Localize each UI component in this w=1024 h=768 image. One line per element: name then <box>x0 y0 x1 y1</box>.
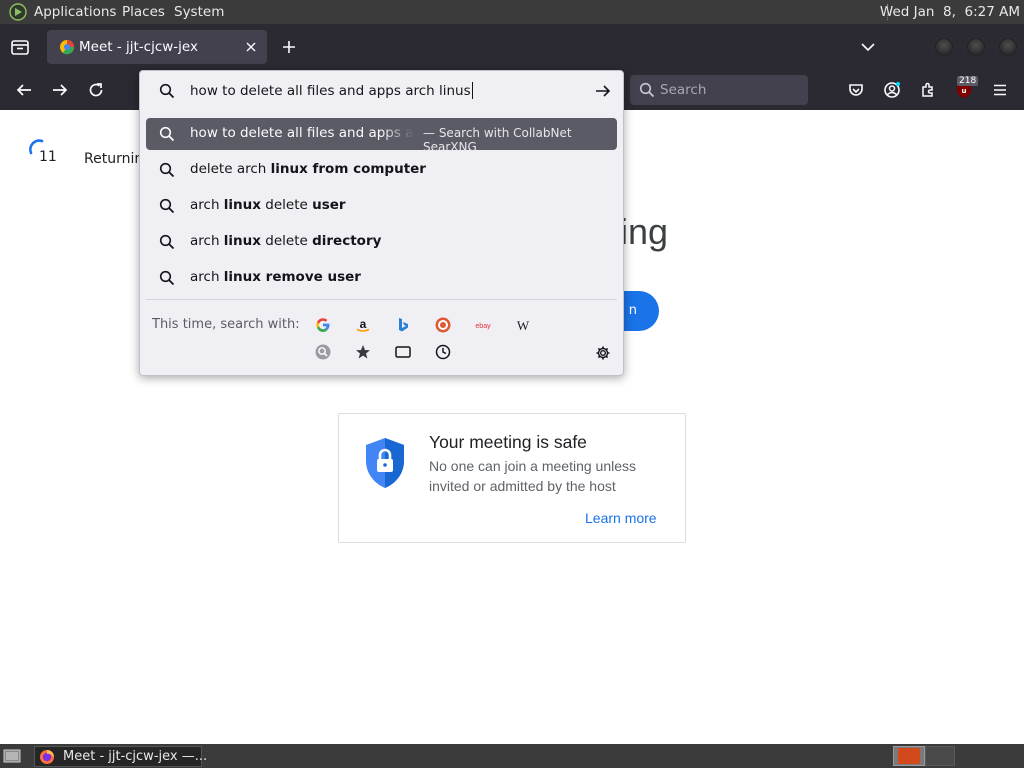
search-icon <box>639 82 655 98</box>
suggestion-action: — Search with CollabNet SearXNG <box>423 126 572 154</box>
top-panel: Applications Places System Wed Jan 8, 6:… <box>0 0 1024 24</box>
workspace-window-thumb <box>898 748 920 764</box>
ublock-badge: 218 <box>957 76 979 86</box>
panel-clock[interactable]: Wed Jan 8, 6:27 AM <box>880 4 1020 20</box>
show-desktop-icon[interactable] <box>3 748 21 764</box>
ebay-icon[interactable]: ebay <box>474 316 492 334</box>
urlbar-input[interactable] <box>190 81 570 101</box>
search-icon <box>159 83 175 99</box>
page-heading: ing <box>620 211 669 252</box>
google-meet-favicon-icon <box>60 40 75 55</box>
urlbar-dropdown: how to delete all files and apps arch li… <box>139 70 624 376</box>
suggestion-text: delete arch linux from computer <box>190 161 426 177</box>
suggestion-item[interactable]: arch linux delete directory <box>146 226 617 258</box>
history-clock-icon[interactable] <box>434 343 452 361</box>
suggestion-item[interactable]: arch linux remove user <box>146 262 617 294</box>
taskbar-item-label: Meet - jjt-cjcw-jex —... <box>63 749 208 764</box>
system-menu[interactable]: System <box>174 4 224 20</box>
applications-menu[interactable]: Applications <box>34 4 116 20</box>
suggestion-text: arch linux delete directory <box>190 233 382 249</box>
bottom-panel: Meet - jjt-cjcw-jex —... <box>0 744 1024 768</box>
maximize-window-button[interactable] <box>967 38 985 56</box>
join-button-label: n <box>628 303 637 318</box>
go-arrow-icon[interactable] <box>594 83 612 99</box>
safe-card-description: No one can join a meeting unless invited… <box>429 458 637 494</box>
returning-text: Returnin <box>84 151 144 167</box>
tab-title: Meet - jjt-cjcw-jex <box>79 39 198 55</box>
account-icon[interactable] <box>883 81 901 99</box>
taskbar-item-meet[interactable]: Meet - jjt-cjcw-jex —... <box>34 746 207 767</box>
svg-text:u: u <box>962 87 967 95</box>
svg-text:a: a <box>360 317 367 331</box>
extensions-puzzle-icon[interactable] <box>919 81 937 99</box>
search-icon <box>159 234 175 250</box>
search-icon <box>159 270 175 286</box>
gear-icon[interactable] <box>595 345 611 361</box>
searxng-icon[interactable] <box>314 343 332 361</box>
ebay-logo-text: ebay <box>475 323 491 330</box>
firefox-view-icon[interactable] <box>9 37 31 57</box>
suggestion-item[interactable]: delete arch linux from computer <box>146 154 617 186</box>
suggestion-text: arch linux remove user <box>190 269 361 285</box>
tabs-icon[interactable] <box>394 343 412 361</box>
workspace-1[interactable] <box>893 746 925 766</box>
places-menu[interactable]: Places <box>122 4 165 20</box>
search-placeholder: Search <box>660 82 707 98</box>
search-bar[interactable]: Search <box>630 75 808 105</box>
safe-card-title: Your meeting is safe <box>429 432 587 452</box>
bing-icon[interactable] <box>394 316 412 334</box>
close-tab-icon[interactable] <box>243 39 259 55</box>
forward-arrow-icon[interactable] <box>51 81 69 99</box>
oneoff-search-label: This time, search with: <box>152 317 300 332</box>
shield-lock-icon <box>366 438 404 488</box>
divider <box>146 299 617 300</box>
close-window-button[interactable] <box>999 38 1017 56</box>
wikipedia-logo-text: W <box>517 318 530 333</box>
suggestion-text: arch linux delete user <box>190 197 346 213</box>
search-icon <box>159 162 175 178</box>
countdown-number: 11 <box>39 149 57 165</box>
suggestion-item[interactable]: arch linux delete user <box>146 190 617 222</box>
reload-icon[interactable] <box>87 81 105 99</box>
search-icon <box>159 126 175 142</box>
tab-meet[interactable]: Meet - jjt-cjcw-jex <box>47 30 267 64</box>
google-icon[interactable] <box>314 316 332 334</box>
suggestion-text: how to delete all files and apps arch li… <box>190 125 414 141</box>
suggestion-selected[interactable]: how to delete all files and apps arch li… <box>146 118 617 154</box>
meeting-safe-card: Your meeting is safe No one can join a m… <box>338 413 686 543</box>
distro-logo-icon[interactable] <box>9 3 27 21</box>
back-arrow-icon[interactable] <box>15 81 33 99</box>
countdown: 11 <box>28 138 64 168</box>
new-tab-icon[interactable] <box>280 38 298 56</box>
wikipedia-icon[interactable]: W <box>514 316 532 334</box>
minimize-window-button[interactable] <box>935 38 953 56</box>
tab-strip: Meet - jjt-cjcw-jex <box>0 24 1024 70</box>
chevron-down-icon[interactable] <box>859 39 877 55</box>
urlbar[interactable] <box>140 71 623 111</box>
pocket-icon[interactable] <box>847 81 865 99</box>
firefox-icon <box>40 750 54 764</box>
learn-more-link[interactable]: Learn more <box>585 510 657 526</box>
hamburger-menu-icon[interactable] <box>991 81 1009 99</box>
text-caret <box>471 82 473 99</box>
amazon-icon[interactable]: a <box>354 316 372 334</box>
workspace-2[interactable] <box>925 746 955 766</box>
duckduckgo-icon[interactable] <box>434 316 452 334</box>
search-icon <box>159 198 175 214</box>
bookmarks-star-icon[interactable] <box>354 343 372 361</box>
